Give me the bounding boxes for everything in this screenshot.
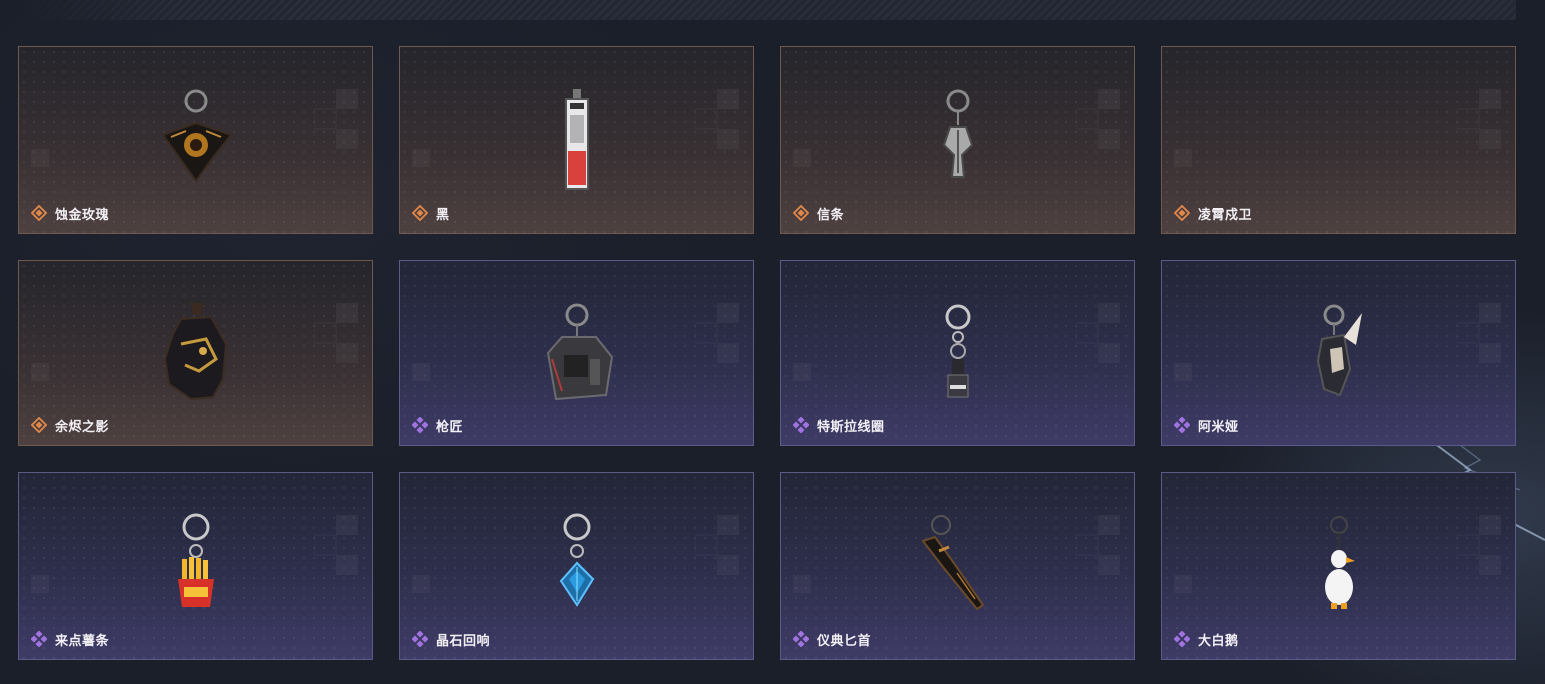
- corner-blocks-decoration: [695, 515, 739, 575]
- orange-rarity-diamond-icon: [412, 205, 428, 221]
- dagger-charm-icon: [920, 515, 984, 611]
- charm-name: 晶石回响: [436, 632, 491, 648]
- card-tag-charm-icon: [564, 89, 589, 190]
- corner-blocks-decoration: [695, 89, 739, 149]
- charm-card[interactable]: 晶石回响: [399, 472, 754, 660]
- side-blocks-decoration: [412, 363, 430, 381]
- corner-blocks-decoration: [1076, 303, 1120, 363]
- charm-name: 来点薯条: [55, 632, 110, 648]
- section-header-bar: [18, 0, 1516, 20]
- section-header-fade: [18, 0, 178, 20]
- charm-card[interactable]: 凌霄戍卫: [1161, 46, 1516, 234]
- charm-label: 来点薯条: [31, 631, 110, 648]
- purple-rarity-diamond-icon: [793, 631, 809, 647]
- side-blocks-decoration: [793, 363, 811, 381]
- charm-card[interactable]: 黑: [399, 46, 754, 234]
- purple-rarity-diamond-icon: [31, 631, 47, 647]
- charm-name: 黑: [436, 206, 450, 222]
- corner-blocks-decoration: [1076, 515, 1120, 575]
- charm-card[interactable]: 特斯拉线圈: [780, 260, 1135, 446]
- charm-label: 晶石回响: [412, 631, 491, 648]
- charm-card[interactable]: 信条: [780, 46, 1135, 234]
- side-blocks-decoration: [1174, 149, 1192, 167]
- side-blocks-decoration: [31, 363, 49, 381]
- charm-name: 余烬之影: [55, 418, 110, 434]
- purple-rarity-diamond-icon: [1174, 631, 1190, 647]
- purple-rarity-diamond-icon: [1174, 417, 1190, 433]
- crystal-charm-icon: [559, 513, 594, 607]
- side-blocks-decoration: [31, 575, 49, 593]
- orange-rarity-diamond-icon: [31, 205, 47, 221]
- charm-card[interactable]: 阿米娅: [1161, 260, 1516, 446]
- charm-grid: 蚀金玫瑰 黑 信条 凌霄戍卫 余烬之影 枪匠 特斯拉线圈 阿米娅 来点薯条 晶石…: [18, 46, 1518, 660]
- charm-name: 大白鹅: [1198, 632, 1239, 648]
- corner-blocks-decoration: [314, 515, 358, 575]
- corner-blocks-decoration: [695, 303, 739, 363]
- corner-blocks-decoration: [1457, 303, 1501, 363]
- side-blocks-decoration: [1174, 363, 1192, 381]
- gun-case-charm-icon: [546, 303, 613, 401]
- side-blocks-decoration: [31, 149, 49, 167]
- orange-rarity-diamond-icon: [31, 417, 47, 433]
- charm-label: 仪典匕首: [793, 631, 872, 648]
- corner-blocks-decoration: [1457, 515, 1501, 575]
- charm-label: 大白鹅: [1174, 631, 1239, 648]
- charm-label: 蚀金玫瑰: [31, 205, 110, 222]
- charm-card[interactable]: 余烬之影: [18, 260, 373, 446]
- creed-charm-icon: [942, 89, 973, 178]
- corner-blocks-decoration: [314, 303, 358, 363]
- goose-charm-icon: [1324, 516, 1355, 609]
- charm-card[interactable]: 蚀金玫瑰: [18, 46, 373, 234]
- charm-label: 余烬之影: [31, 417, 110, 434]
- charm-label: 枪匠: [412, 417, 464, 434]
- charm-card[interactable]: 仪典匕首: [780, 472, 1135, 660]
- corner-blocks-decoration: [314, 89, 358, 149]
- charm-name: 仪典匕首: [817, 632, 872, 648]
- charm-name: 特斯拉线圈: [817, 418, 885, 434]
- tesla-coil-charm-icon: [945, 304, 970, 398]
- charm-label: 阿米娅: [1174, 417, 1239, 434]
- corner-blocks-decoration: [1076, 89, 1120, 149]
- purple-rarity-diamond-icon: [412, 417, 428, 433]
- charm-card[interactable]: 来点薯条: [18, 472, 373, 660]
- charm-card[interactable]: 大白鹅: [1161, 472, 1516, 660]
- corner-blocks-decoration: [1457, 89, 1501, 149]
- charm-card[interactable]: 枪匠: [399, 260, 754, 446]
- charm-label: 特斯拉线圈: [793, 417, 885, 434]
- gold-rose-charm-icon: [160, 89, 233, 183]
- side-blocks-decoration: [412, 575, 430, 593]
- charm-name: 蚀金玫瑰: [55, 206, 110, 222]
- orange-rarity-diamond-icon: [1174, 205, 1190, 221]
- charm-label: 黑: [412, 205, 450, 222]
- side-blocks-decoration: [1174, 575, 1192, 593]
- fries-charm-icon: [177, 513, 214, 607]
- side-blocks-decoration: [793, 575, 811, 593]
- charm-name: 阿米娅: [1198, 418, 1239, 434]
- charm-label: 信条: [793, 205, 845, 222]
- purple-rarity-diamond-icon: [412, 631, 428, 647]
- charm-label: 凌霄戍卫: [1174, 205, 1253, 222]
- charm-name: 信条: [817, 206, 845, 222]
- side-blocks-decoration: [412, 149, 430, 167]
- ember-shadow-charm-icon: [163, 303, 227, 401]
- amiya-charm-icon: [1316, 304, 1362, 397]
- side-blocks-decoration: [793, 149, 811, 167]
- charm-name: 凌霄戍卫: [1198, 206, 1253, 222]
- charm-name: 枪匠: [436, 418, 464, 434]
- purple-rarity-diamond-icon: [793, 417, 809, 433]
- orange-rarity-diamond-icon: [793, 205, 809, 221]
